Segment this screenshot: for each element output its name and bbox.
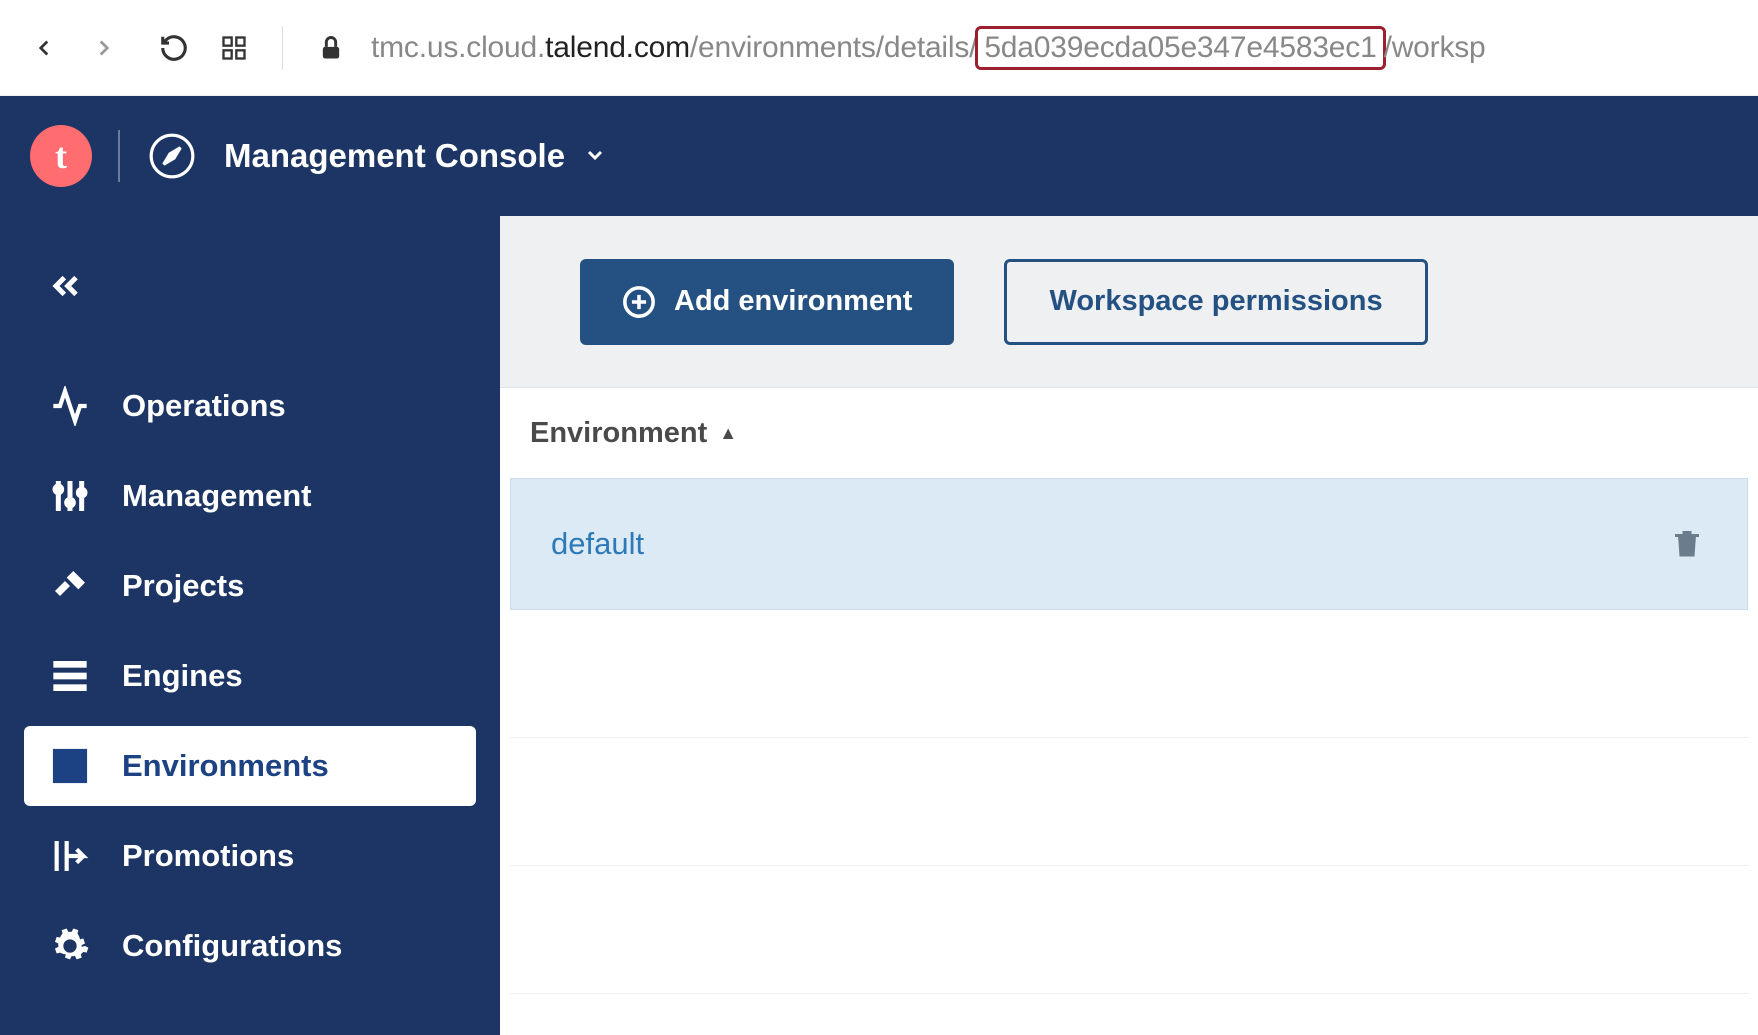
tools-icon [48, 564, 92, 608]
sidebar-item-label: Projects [122, 568, 244, 604]
address-bar[interactable]: tmc.us.cloud.talend.com/environments/det… [371, 26, 1486, 70]
sidebar-item-label: Management [122, 478, 311, 514]
url-domain: talend.com [545, 31, 690, 64]
server-icon [48, 654, 92, 698]
app-logo[interactable]: t [30, 125, 92, 187]
chevron-down-icon [583, 137, 607, 175]
compass-icon[interactable] [146, 130, 198, 182]
separator [118, 130, 120, 182]
toolbar: Add environment Workspace permissions [500, 216, 1758, 388]
collapse-sidebar-button[interactable] [36, 256, 96, 316]
url-path2: /worksp [1384, 31, 1486, 64]
main-content: Add environment Workspace permissions En… [500, 216, 1758, 1035]
sidebar-item-management[interactable]: Management [24, 456, 476, 536]
trash-icon[interactable] [1669, 525, 1707, 563]
sidebar-item-label: Environments [122, 748, 329, 784]
plus-circle-icon [622, 285, 656, 319]
logo-letter: t [55, 135, 67, 177]
app-title-dropdown[interactable]: Management Console [224, 137, 607, 175]
forward-button[interactable] [84, 28, 124, 68]
sidebar: Operations Management Projects Engines E [0, 216, 500, 1035]
workspace-permissions-button[interactable]: Workspace permissions [1004, 259, 1427, 345]
sidebar-item-label: Engines [122, 658, 243, 694]
sidebar-item-promotions[interactable]: Promotions [24, 816, 476, 896]
add-environment-button[interactable]: Add environment [580, 259, 954, 345]
sliders-icon [48, 474, 92, 518]
apps-grid-icon[interactable] [214, 28, 254, 68]
sidebar-item-configurations[interactable]: Configurations [24, 906, 476, 986]
url-highlight-id: 5da039ecda05e347e4583ec1 [975, 26, 1385, 70]
url-path1: /environments/details/ [690, 31, 977, 64]
layers-icon [48, 744, 92, 788]
table-row [510, 866, 1748, 994]
sidebar-item-operations[interactable]: Operations [24, 366, 476, 446]
sidebar-item-label: Configurations [122, 928, 342, 964]
activity-icon [48, 384, 92, 428]
browser-toolbar: tmc.us.cloud.talend.com/environments/det… [0, 0, 1758, 96]
sidebar-item-label: Promotions [122, 838, 294, 874]
column-label: Environment [530, 417, 707, 450]
separator [282, 26, 283, 70]
environment-name: default [551, 526, 644, 562]
column-header-environment[interactable]: Environment ▲ [500, 388, 1758, 478]
button-label: Workspace permissions [1049, 285, 1382, 318]
sidebar-item-projects[interactable]: Projects [24, 546, 476, 626]
sidebar-item-label: Operations [122, 388, 286, 424]
environment-row[interactable]: default [510, 478, 1748, 610]
lock-icon [311, 28, 351, 68]
sidebar-item-environments[interactable]: Environments [24, 726, 476, 806]
app-header: t Management Console [0, 96, 1758, 216]
reload-button[interactable] [154, 28, 194, 68]
table-row [510, 738, 1748, 866]
flow-icon [48, 834, 92, 878]
button-label: Add environment [674, 285, 912, 318]
sidebar-item-engines[interactable]: Engines [24, 636, 476, 716]
gear-icon [48, 924, 92, 968]
table-row [510, 610, 1748, 738]
back-button[interactable] [24, 28, 64, 68]
url-prefix: tmc.us.cloud. [371, 31, 545, 64]
app-title-text: Management Console [224, 137, 565, 175]
sort-asc-icon: ▲ [719, 423, 737, 444]
